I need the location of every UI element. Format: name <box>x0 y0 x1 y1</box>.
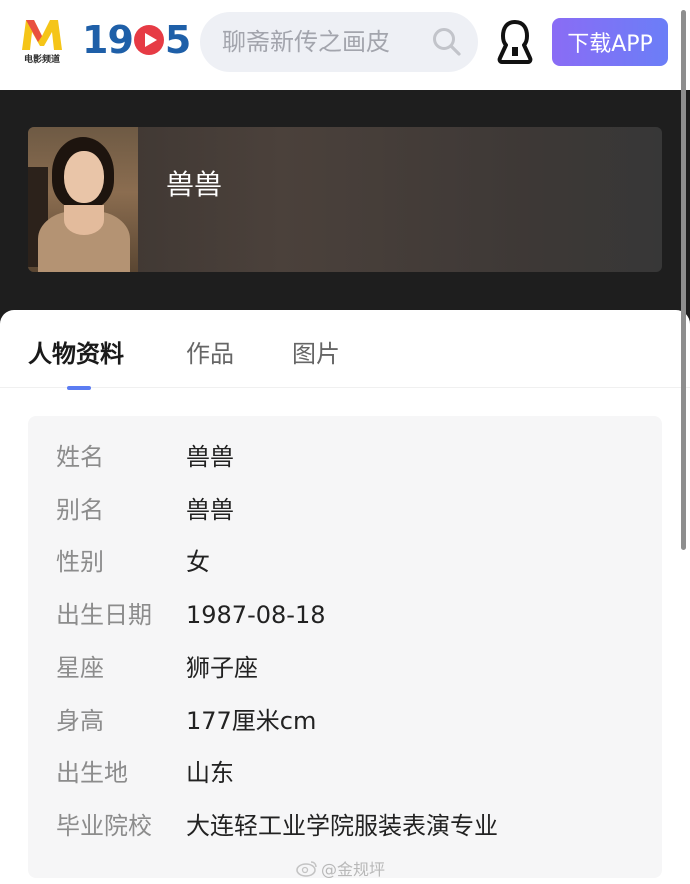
info-row-name: 姓名 兽兽 <box>28 440 662 492</box>
info-value: 1987-08-18 <box>186 601 326 629</box>
tab-bar: 人物资料 作品 图片 <box>0 310 690 390</box>
profile-card: 兽兽 <box>28 127 662 272</box>
profile-info-card: 姓名 兽兽 别名 兽兽 性别 女 出生日期 1987-08-18 星座 狮子座 … <box>28 416 662 878</box>
scrollbar[interactable] <box>681 10 686 550</box>
top-header: 电影频道 19 5 下载APP <box>0 0 690 90</box>
tab-works[interactable]: 作品 <box>186 334 234 369</box>
info-row-birthplace: 出生地 山东 <box>28 756 662 808</box>
info-row-school: 毕业院校 大连轻工业学院服装表演专业 <box>28 809 662 861</box>
active-tab-indicator <box>67 386 91 390</box>
info-label: 出生地 <box>56 759 128 787</box>
watermark-text: @金规坪 <box>321 860 386 879</box>
info-label: 姓名 <box>56 443 104 471</box>
info-label: 性别 <box>56 548 104 576</box>
info-label: 星座 <box>56 654 104 682</box>
info-label: 毕业院校 <box>56 812 152 840</box>
profile-name: 兽兽 <box>166 168 223 201</box>
logo-text-right: 5 <box>164 18 191 62</box>
info-value: 177厘米cm <box>186 707 317 735</box>
info-row-gender: 性别 女 <box>28 545 662 597</box>
search-input[interactable] <box>222 12 422 72</box>
info-value: 女 <box>186 548 210 576</box>
info-row-zodiac: 星座 狮子座 <box>28 651 662 703</box>
search-bar[interactable] <box>200 12 478 72</box>
info-value: 大连轻工业学院服装表演专业 <box>186 812 498 840</box>
1905-logo[interactable]: 19 5 <box>82 18 191 62</box>
info-row-alias: 别名 兽兽 <box>28 493 662 545</box>
profile-banner: 兽兽 <box>0 90 690 330</box>
content-sheet: 人物资料 作品 图片 姓名 兽兽 别名 兽兽 性别 女 出生日期 1987-08… <box>0 310 690 884</box>
download-app-button[interactable]: 下载APP <box>552 18 668 66</box>
play-icon <box>133 25 164 55</box>
tab-profile[interactable]: 人物资料 <box>28 334 124 369</box>
watermark: @金规坪 <box>296 856 385 880</box>
info-row-height: 身高 177厘米cm <box>28 704 662 756</box>
logo-subtitle: 电影频道 <box>23 55 60 65</box>
info-row-birthdate: 出生日期 1987-08-18 <box>28 598 662 650</box>
search-icon[interactable] <box>432 27 462 61</box>
info-label: 出生日期 <box>56 601 152 629</box>
info-value: 山东 <box>186 759 234 787</box>
user-icon[interactable] <box>495 18 535 66</box>
info-label: 别名 <box>56 496 104 524</box>
profile-photo[interactable] <box>28 127 138 272</box>
info-value: 狮子座 <box>186 654 258 682</box>
logo-text-left: 19 <box>82 18 134 62</box>
weibo-icon <box>296 861 317 877</box>
info-value: 兽兽 <box>186 443 234 471</box>
info-label: 身高 <box>56 707 104 735</box>
info-value: 兽兽 <box>186 496 234 524</box>
tab-photos[interactable]: 图片 <box>292 334 340 369</box>
